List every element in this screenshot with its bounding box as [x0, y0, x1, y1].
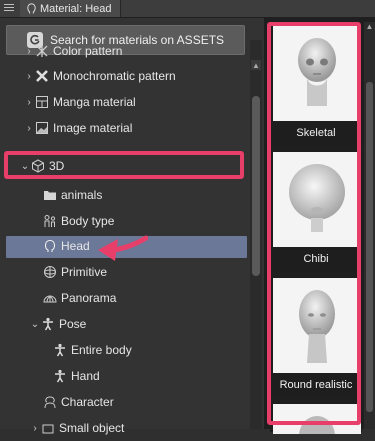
chevron-down-icon[interactable]: ⌄	[30, 319, 40, 330]
tree-item-panorama[interactable]: Panorama	[0, 285, 248, 311]
tree-item-label: Color pattern	[53, 44, 123, 58]
panorama-icon	[42, 290, 58, 306]
entire-body-icon	[52, 342, 68, 358]
tree-item-label: Image material	[53, 121, 133, 135]
tree-item-color-pattern[interactable]: › Color pattern	[0, 38, 248, 64]
small-object-icon	[40, 420, 56, 436]
scroll-up-arrow-icon[interactable]: ▲	[365, 22, 374, 32]
pink-arrow-annotation	[98, 235, 148, 261]
head-icon	[42, 238, 58, 254]
thumbnails-scrollbar[interactable]: ▲	[364, 22, 375, 429]
tree-item-label: Hand	[71, 369, 100, 383]
chevron-right-icon[interactable]: ›	[24, 46, 34, 57]
tree-scrollbar[interactable]: ▲	[250, 40, 262, 429]
thumbnails-scrollbar-thumb[interactable]	[366, 82, 373, 412]
tree-item-label: Small object	[59, 421, 125, 435]
color-pattern-icon	[34, 43, 50, 59]
tree-scrollbar-thumb[interactable]	[252, 96, 260, 276]
tree-item-image-material[interactable]: › Image material	[0, 115, 248, 141]
tab-title: Material: Head	[40, 2, 112, 15]
tree-item-monochromatic-pattern[interactable]: › Monochromatic pattern	[0, 63, 248, 89]
image-material-icon	[34, 120, 50, 136]
scroll-up-arrow-icon[interactable]: ▲	[251, 60, 261, 70]
tree-item-label: Character	[61, 395, 114, 409]
manga-material-icon	[34, 94, 50, 110]
tree-item-label: Panorama	[61, 291, 117, 305]
tree-item-label: Body type	[61, 214, 115, 228]
tree-item-label: Manga material	[53, 95, 136, 109]
tree-item-label: animals	[61, 188, 103, 202]
tree-item-manga-material[interactable]: › Manga material	[0, 89, 248, 115]
tree-item-entire-body[interactable]: Entire body	[0, 337, 248, 363]
highlight-box-thumbnails	[267, 22, 361, 425]
tree-item-character[interactable]: Character	[0, 389, 248, 415]
tab-material-head[interactable]: Material: Head	[20, 0, 121, 17]
tree-item-label: Head	[61, 239, 90, 253]
tree-item-small-object[interactable]: › Small object	[0, 415, 248, 441]
tree-item-label: Monochromatic pattern	[53, 69, 176, 83]
head-icon	[27, 3, 36, 14]
panel-titlebar: Material: Head	[0, 0, 375, 18]
chevron-right-icon[interactable]: ›	[24, 123, 34, 134]
tree-item-hand[interactable]: Hand	[0, 363, 248, 389]
tree-item-label: Entire body	[71, 343, 132, 357]
panel-menu-icon[interactable]	[3, 2, 15, 14]
monochromatic-pattern-icon	[34, 68, 50, 84]
chevron-right-icon[interactable]: ›	[24, 71, 34, 82]
tree-item-label: Pose	[59, 317, 87, 331]
tree-item-animals[interactable]: animals	[0, 182, 248, 208]
tree-item-pose[interactable]: ⌄ Pose	[0, 311, 248, 337]
chevron-right-icon[interactable]: ›	[24, 97, 34, 108]
chevron-right-icon[interactable]: ›	[30, 423, 40, 434]
body-type-icon	[42, 213, 58, 229]
primitive-icon	[42, 264, 58, 280]
folder-icon	[42, 187, 58, 203]
highlight-box-3d	[4, 151, 244, 179]
pose-icon	[40, 316, 56, 332]
character-icon	[42, 394, 58, 410]
hand-icon	[52, 368, 68, 384]
